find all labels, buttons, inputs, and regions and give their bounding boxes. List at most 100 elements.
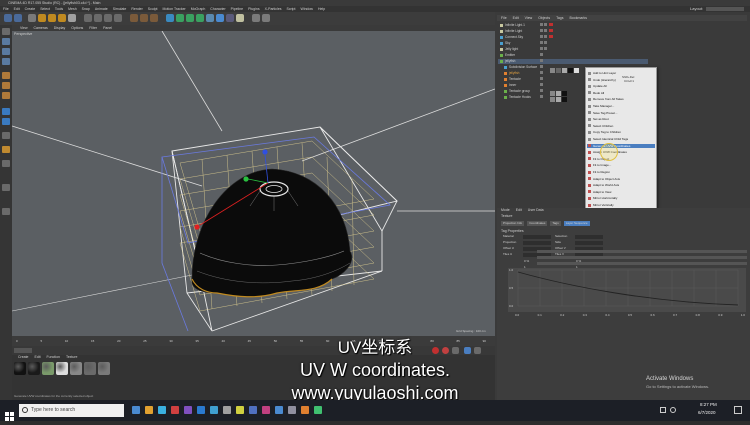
context-menu-item[interactable]: Fit to Region	[587, 170, 655, 174]
context-menu-item[interactable]: Mirror Horizontally	[587, 196, 655, 200]
context-menu-item[interactable]: Add to Hint Layer	[587, 71, 655, 75]
material-menu-create[interactable]: Create	[18, 355, 29, 360]
context-menu-item[interactable]: Redo All	[587, 91, 655, 95]
object-menu-file[interactable]: File	[501, 15, 507, 21]
taskbar-app-icon[interactable]	[145, 406, 153, 414]
material-swatch[interactable]	[42, 362, 54, 375]
snap-icon[interactable]	[252, 14, 260, 22]
attribute-field-value[interactable]: Both	[575, 240, 603, 257]
polygons-mode-icon[interactable]	[2, 92, 10, 99]
taskbar-app-icon[interactable]	[236, 406, 244, 414]
object-row[interactable]: jellyfish	[498, 59, 648, 64]
taskbar-app-icon[interactable]	[210, 406, 218, 414]
attribute-slider[interactable]	[537, 256, 747, 259]
context-menu-item[interactable]: Undo (Hierarchy)	[587, 78, 655, 82]
object-menu-bookmarks[interactable]: Bookmarks	[569, 15, 587, 21]
render-settings-icon[interactable]	[150, 14, 158, 22]
attribute-tab[interactable]: Layer Sequence	[563, 221, 590, 226]
context-menu-item[interactable]: Set as Root	[587, 117, 655, 121]
camera-icon[interactable]	[226, 14, 234, 22]
context-menu-item[interactable]: Remove from All Takes	[587, 97, 655, 101]
floor-icon[interactable]	[216, 14, 224, 22]
object-row[interactable]: Infinite Light.1	[498, 23, 648, 28]
context-menu-item[interactable]: Adapt to View	[587, 190, 655, 194]
context-menu-item[interactable]: Assign UVW Coordinates	[587, 150, 655, 154]
network-icon[interactable]	[660, 407, 666, 413]
scale-tool-icon[interactable]	[48, 14, 56, 22]
material-swatch[interactable]	[56, 362, 68, 375]
material-swatch[interactable]	[70, 362, 82, 375]
context-menu-item[interactable]: Update All	[587, 84, 655, 88]
taskbar-app-icon[interactable]	[184, 406, 192, 414]
render-picture-viewer-icon[interactable]	[140, 14, 148, 22]
z-axis-icon[interactable]	[104, 14, 112, 22]
make-editable-icon[interactable]	[2, 28, 10, 35]
attribute-field-value[interactable]: Spherical	[523, 240, 551, 257]
workplane-icon[interactable]	[262, 14, 270, 22]
taskbar-app-icon[interactable]	[288, 406, 296, 414]
object-menu-tags[interactable]: Tags	[556, 15, 563, 21]
soft-selection-icon[interactable]	[2, 160, 10, 167]
context-menu-item[interactable]: Fit to Image...	[587, 163, 655, 167]
attribute-tab[interactable]: Tags	[550, 221, 561, 226]
attribute-slider[interactable]	[537, 262, 747, 265]
layout-select[interactable]: Startup	[706, 7, 744, 23]
material-menu-function[interactable]: Function	[47, 355, 60, 360]
move-tool-icon[interactable]	[38, 14, 46, 22]
object-row[interactable]: Connect.Sky	[498, 35, 648, 40]
object-row[interactable]: Emitter	[498, 53, 648, 58]
pen-icon[interactable]	[176, 14, 184, 22]
light-icon[interactable]	[236, 14, 244, 22]
y-axis-icon[interactable]	[94, 14, 102, 22]
redo-icon[interactable]	[14, 14, 22, 22]
context-menu-item[interactable]: Copy Tag to Children	[587, 130, 655, 134]
uv-polygons-mode-icon[interactable]	[2, 118, 10, 125]
material-menu-edit[interactable]: Edit	[35, 355, 41, 360]
maximize-button[interactable]: □	[725, 1, 735, 17]
attribute-field-value[interactable]	[575, 234, 603, 239]
taskbar-app-icon[interactable]	[314, 406, 322, 414]
taskbar-app-icon[interactable]	[132, 406, 140, 414]
falloff-graph[interactable]: 1.0 0.5 0.0	[508, 268, 746, 312]
render-view-icon[interactable]	[130, 14, 138, 22]
material-swatch[interactable]	[28, 362, 40, 375]
recent-tool-icon[interactable]	[68, 14, 76, 22]
points-mode-icon[interactable]	[2, 72, 10, 79]
context-menu-item[interactable]: Mirror Vertically	[587, 203, 655, 207]
taskbar-app-icon[interactable]	[197, 406, 205, 414]
axis-mode-icon[interactable]	[2, 132, 10, 139]
taskbar-app-icon[interactable]	[223, 406, 231, 414]
snapping-icon[interactable]	[2, 184, 10, 191]
object-menu-view[interactable]: View	[525, 15, 533, 21]
live-selection-icon[interactable]	[28, 14, 36, 22]
3d-viewport[interactable]: Perspective Grid Spacing: 100 cm	[12, 31, 495, 336]
material-swatch[interactable]	[84, 362, 96, 375]
attribute-menu-user-data[interactable]: User Data	[528, 208, 544, 213]
attribute-slider[interactable]	[537, 250, 747, 253]
object-row[interactable]: Jelly light	[498, 47, 648, 52]
attribute-field-value[interactable]: ST	[523, 234, 551, 251]
generate-uvw-coordinates-item[interactable]: Generate UVW Coordinates	[587, 143, 655, 148]
minimize-button[interactable]: –	[712, 1, 722, 17]
uv-points-mode-icon[interactable]	[2, 108, 10, 115]
attribute-menu-mode[interactable]: Mode	[501, 208, 510, 213]
windows-start-icon[interactable]	[5, 406, 14, 421]
tweak-mode-icon[interactable]	[2, 146, 10, 153]
taskbar-app-icon[interactable]	[158, 406, 166, 414]
attribute-tab[interactable]: Projection Info	[501, 221, 525, 226]
x-axis-icon[interactable]	[84, 14, 92, 22]
edges-mode-icon[interactable]	[2, 82, 10, 89]
volume-icon[interactable]	[670, 407, 676, 413]
rotate-tool-icon[interactable]	[58, 14, 66, 22]
material-menu-texture[interactable]: Texture	[66, 355, 77, 360]
texture-mode-icon[interactable]	[2, 48, 10, 55]
array-icon[interactable]	[196, 14, 204, 22]
attribute-menu-edit[interactable]: Edit	[516, 208, 522, 213]
attribute-tab[interactable]: Coordinates	[527, 221, 548, 226]
material-swatch[interactable]	[14, 362, 26, 375]
object-menu-edit[interactable]: Edit	[513, 15, 519, 21]
undo-icon[interactable]	[4, 14, 12, 22]
object-row[interactable]: Sky	[498, 41, 648, 46]
notification-icon[interactable]	[734, 406, 742, 414]
current-frame-field[interactable]: 0 F	[14, 348, 32, 364]
